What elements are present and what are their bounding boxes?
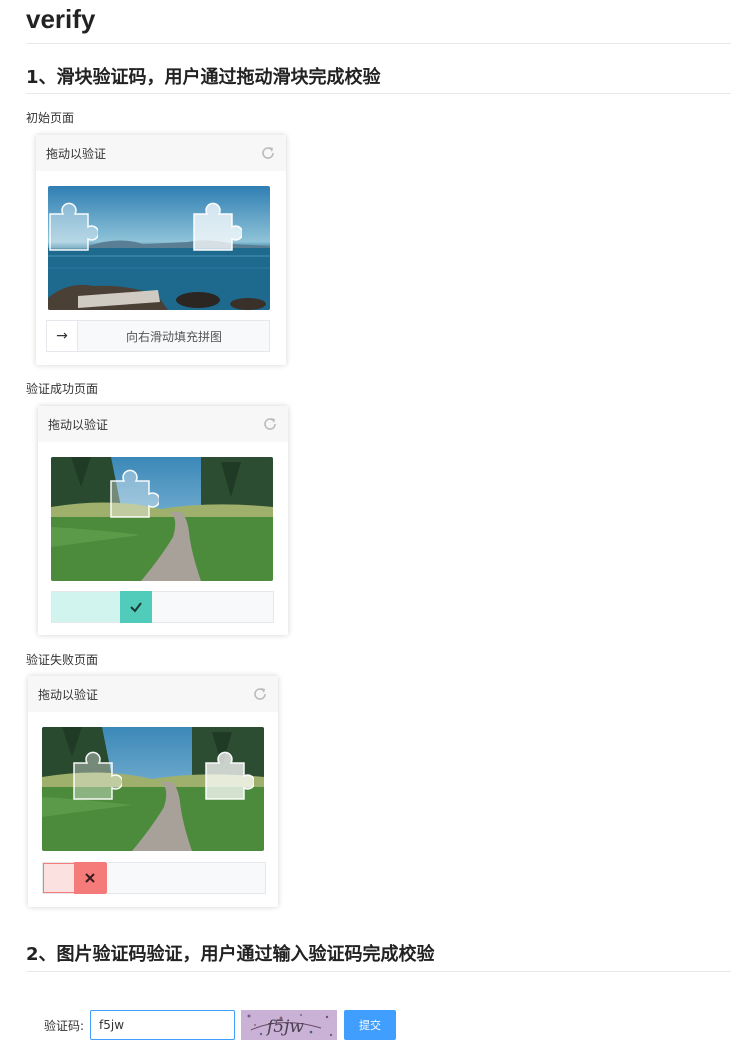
puzzle-piece-icon — [109, 469, 159, 519]
card-title: 拖动以验证 — [48, 417, 109, 432]
puzzle-piece-icon — [48, 202, 98, 252]
refresh-icon[interactable] — [260, 145, 276, 161]
section-heading-slider: 1、滑块验证码，用户通过拖动滑块完成校验 — [26, 67, 381, 88]
slider-hint: 向右滑动填充拼图 — [125, 329, 222, 344]
slider-track[interactable]: → 向右滑动填充拼图 — [46, 320, 270, 352]
divider — [26, 93, 731, 94]
puzzle-slot-icon — [204, 751, 254, 801]
captcha-image-forest — [42, 727, 264, 851]
close-icon — [85, 873, 95, 883]
slider-captcha-initial: 拖动以验证 → 向右滑动填充拼图 — [36, 135, 286, 365]
refresh-icon[interactable] — [262, 416, 278, 432]
slider-track — [51, 591, 274, 623]
captcha-image-forest — [51, 457, 273, 581]
slider-track — [42, 862, 266, 894]
check-icon — [130, 602, 142, 613]
slider-captcha-success: 拖动以验证 — [38, 406, 288, 635]
label-failure: 验证失败页面 — [26, 653, 99, 667]
page-title: verify — [26, 4, 96, 34]
label-initial: 初始页面 — [26, 111, 75, 125]
divider — [26, 971, 731, 972]
captcha-image-lake — [48, 186, 270, 310]
slider-handle — [120, 591, 152, 623]
captcha-label: 验证码: — [44, 1018, 85, 1033]
captcha-form: 验证码: f5jw 提交 — [44, 1009, 397, 1041]
captcha-text: f5jw — [265, 1017, 304, 1037]
refresh-icon[interactable] — [252, 686, 268, 702]
section-heading-image-captcha: 2、图片验证码验证，用户通过输入验证码完成校验 — [26, 944, 435, 965]
puzzle-piece-icon — [72, 751, 122, 801]
captcha-input[interactable] — [90, 1010, 236, 1040]
divider — [26, 43, 731, 44]
label-success: 验证成功页面 — [26, 382, 99, 396]
captcha-image[interactable]: f5jw — [241, 1010, 338, 1040]
arrow-right-icon: → — [56, 328, 68, 344]
card-title: 拖动以验证 — [46, 146, 107, 161]
slider-handle[interactable]: → — [46, 320, 78, 352]
submit-button[interactable]: 提交 — [344, 1010, 397, 1040]
slider-handle — [74, 862, 106, 894]
puzzle-slot-icon — [192, 202, 242, 252]
card-title: 拖动以验证 — [38, 687, 99, 702]
slider-captcha-failure: 拖动以验证 — [28, 676, 278, 907]
